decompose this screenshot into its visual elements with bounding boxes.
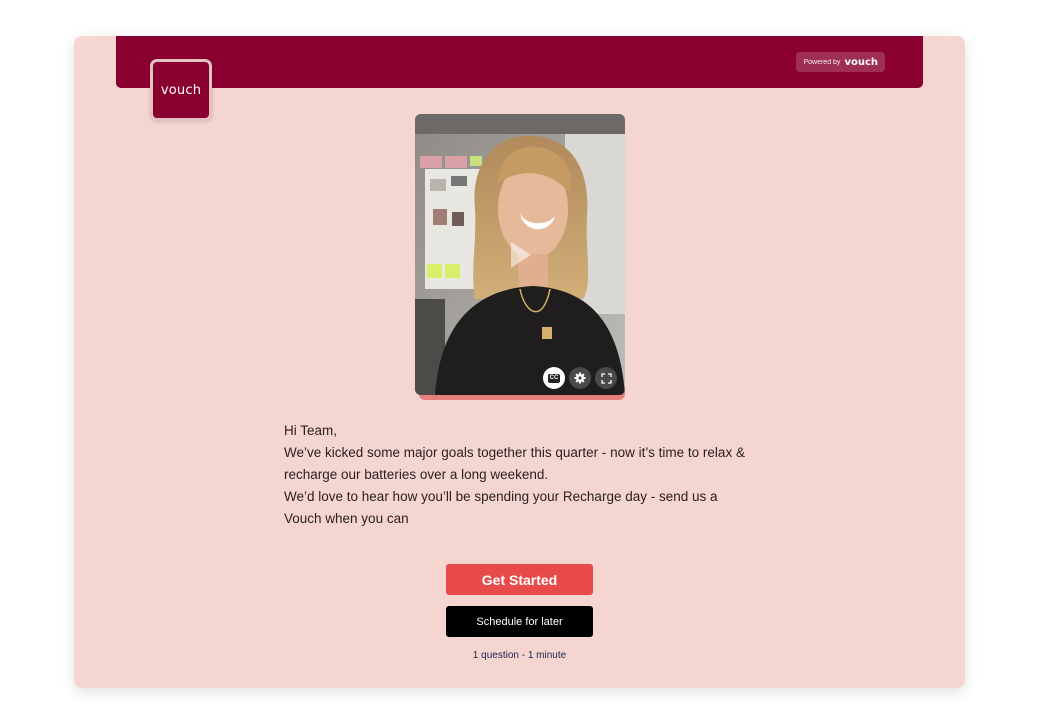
video-frame[interactable]: CC bbox=[415, 114, 625, 395]
request-message: Hi Team, We’ve kicked some major goals t… bbox=[284, 420, 754, 530]
video-player[interactable]: CC bbox=[415, 114, 625, 400]
message-line-1: We’ve kicked some major goals together t… bbox=[284, 445, 745, 482]
message-greeting: Hi Team, bbox=[284, 423, 338, 438]
company-logo: vouch bbox=[150, 59, 212, 121]
get-started-button[interactable]: Get Started bbox=[446, 564, 593, 595]
question-duration-summary: 1 question - 1 minute bbox=[472, 650, 567, 661]
vouch-request-card: Powered by vouch vouch CC Hi Team, We’ve… bbox=[74, 36, 965, 688]
gear-icon bbox=[574, 372, 586, 384]
closed-captions-icon: CC bbox=[547, 373, 561, 383]
fullscreen-icon bbox=[600, 372, 612, 384]
powered-by-label: Powered by bbox=[803, 58, 841, 66]
message-line-2: We’d love to hear how you’ll be spending… bbox=[284, 489, 718, 526]
brand-header-bar: Powered by vouch bbox=[116, 36, 923, 88]
powered-by-badge[interactable]: Powered by vouch bbox=[796, 52, 885, 72]
logo-text: vouch bbox=[160, 82, 202, 98]
closed-captions-button[interactable]: CC bbox=[543, 367, 565, 389]
powered-by-brand: vouch bbox=[844, 56, 878, 68]
play-icon[interactable] bbox=[511, 242, 531, 268]
fullscreen-button[interactable] bbox=[595, 367, 617, 389]
schedule-for-later-button[interactable]: Schedule for later bbox=[446, 606, 593, 637]
settings-button[interactable] bbox=[569, 367, 591, 389]
